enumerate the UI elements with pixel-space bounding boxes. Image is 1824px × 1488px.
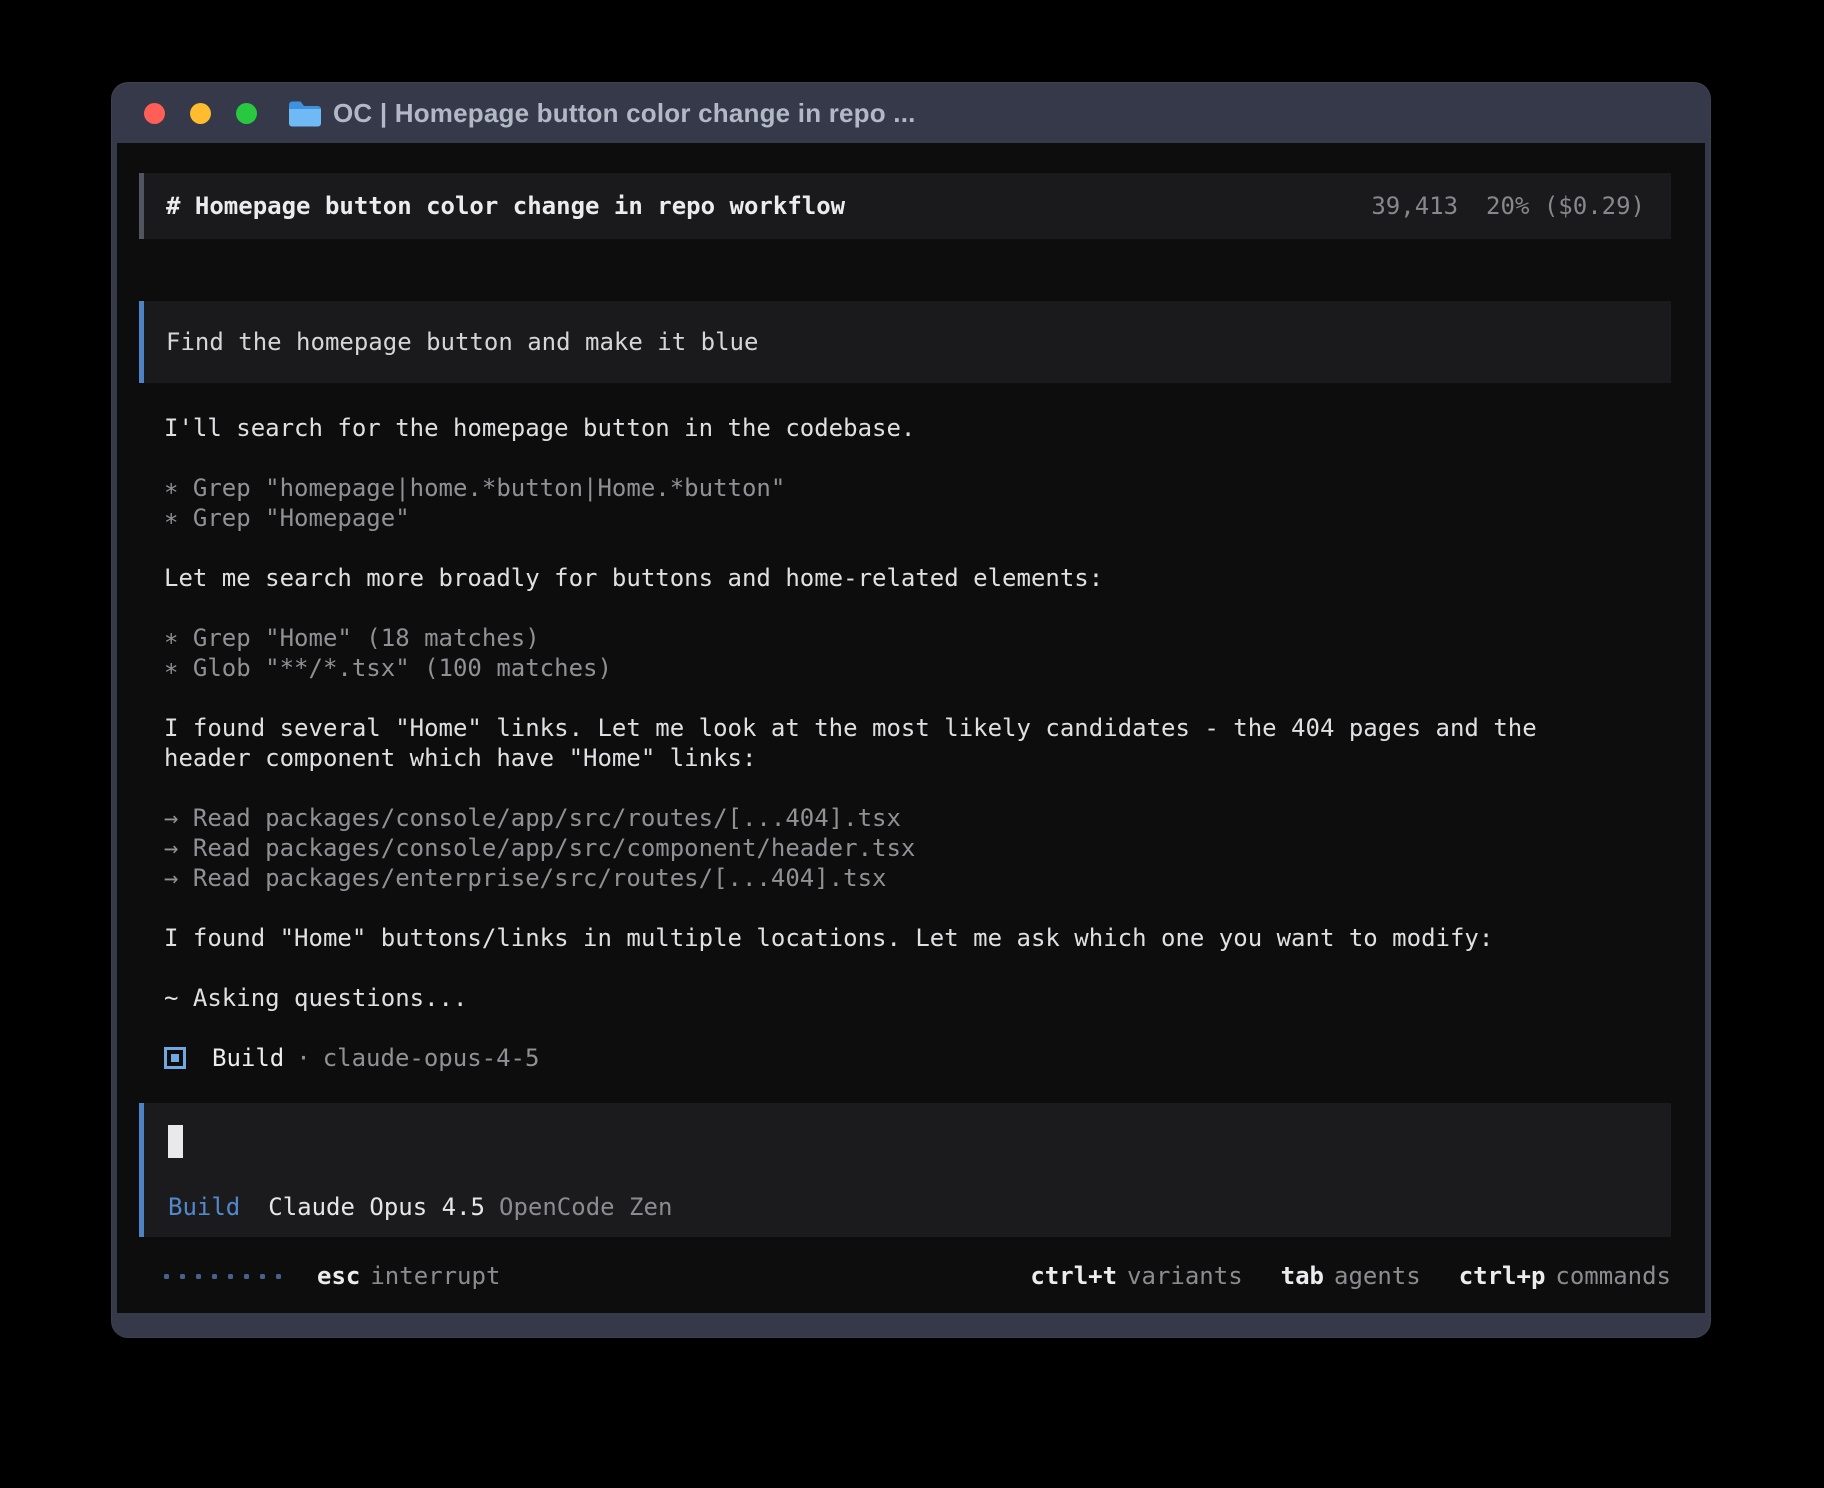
tool-call-group: ∗ Grep "homepage|home.*button|Home.*butt… (164, 473, 1671, 533)
text-cursor (168, 1125, 183, 1158)
spinner-dot (276, 1274, 281, 1279)
session-title: # Homepage button color change in repo w… (166, 192, 845, 220)
spinner-dot (260, 1274, 265, 1279)
close-button[interactable] (144, 103, 165, 124)
window-title: OC | Homepage button color change in rep… (333, 98, 916, 129)
spinner-dot (212, 1274, 217, 1279)
tool-call-line: → Read packages/enterprise/src/routes/[.… (164, 863, 1671, 893)
shortcut-commands: ctrl+p commands (1459, 1262, 1671, 1290)
context-usage-cost: 20% ($0.29) (1486, 192, 1645, 220)
model-name: Claude Opus 4.5 (268, 1193, 485, 1221)
shortcut-label: agents (1334, 1262, 1421, 1290)
shortcut-label: commands (1555, 1262, 1671, 1290)
session-header: # Homepage button color change in repo w… (139, 173, 1671, 239)
user-message: Find the homepage button and make it blu… (139, 301, 1671, 383)
tool-call-line: ∗ Grep "homepage|home.*button|Home.*butt… (164, 473, 1671, 503)
shortcut-key: tab (1281, 1262, 1324, 1290)
tool-call-line: ∗ Grep "Homepage" (164, 503, 1671, 533)
terminal-content: # Homepage button color change in repo w… (117, 143, 1705, 1313)
tool-call-line: ∗ Glob "**/*.tsx" (100 matches) (164, 653, 1671, 683)
assistant-paragraph: I found "Home" buttons/links in multiple… (164, 923, 1671, 953)
session-stats: 39,413 20% ($0.29) (1371, 192, 1645, 220)
assistant-text-line: header component which have "Home" links… (164, 743, 1671, 773)
agent-mode-label: Build (168, 1193, 240, 1221)
prompt-input[interactable]: Build Claude Opus 4.5 OpenCode Zen (139, 1103, 1671, 1237)
token-count: 39,413 (1371, 192, 1458, 220)
spinner-dots (164, 1274, 281, 1279)
assistant-status: ~ Asking questions... (164, 983, 1671, 1013)
spinner-dot (180, 1274, 185, 1279)
tool-call-group: → Read packages/console/app/src/routes/[… (164, 803, 1671, 893)
agent-model: claude-opus-4-5 (323, 1044, 540, 1072)
provider-name: OpenCode Zen (499, 1193, 672, 1221)
spinner-dot (228, 1274, 233, 1279)
folder-icon (287, 100, 321, 127)
spinner-dot (244, 1274, 249, 1279)
agent-name: Build (212, 1044, 284, 1072)
tool-call-line: → Read packages/console/app/src/componen… (164, 833, 1671, 863)
minimize-button[interactable] (190, 103, 211, 124)
shortcut-label: variants (1127, 1262, 1243, 1290)
assistant-text-line: I found "Home" buttons/links in multiple… (164, 923, 1671, 953)
window-titlebar[interactable]: OC | Homepage button color change in rep… (112, 83, 1710, 143)
spinner-dot (164, 1274, 169, 1279)
terminal-window: OC | Homepage button color change in rep… (112, 83, 1710, 1337)
assistant-paragraph: I found several "Home" links. Let me loo… (164, 713, 1671, 773)
tool-call-line: → Read packages/console/app/src/routes/[… (164, 803, 1671, 833)
assistant-text-line: I found several "Home" links. Let me loo… (164, 713, 1671, 743)
agent-status-line: Build · claude-opus-4-5 (164, 1043, 1671, 1073)
agent-separator: · (296, 1044, 310, 1072)
status-left: esc interrupt (164, 1262, 500, 1290)
shortcut-key: ctrl+p (1459, 1262, 1546, 1290)
assistant-response: I'll search for the homepage button in t… (139, 413, 1671, 1073)
tool-call-group: ∗ Grep "Home" (18 matches) ∗ Glob "**/*.… (164, 623, 1671, 683)
zoom-button[interactable] (236, 103, 257, 124)
assistant-text-line: Let me search more broadly for buttons a… (164, 563, 1671, 593)
model-row: Build Claude Opus 4.5 OpenCode Zen (168, 1193, 672, 1221)
status-right: ctrl+t variants tab agents ctrl+p comman… (992, 1262, 1671, 1290)
assistant-paragraph: I'll search for the homepage button in t… (164, 413, 1671, 443)
tool-call-line: ∗ Grep "Home" (18 matches) (164, 623, 1671, 653)
assistant-text-line: I'll search for the homepage button in t… (164, 413, 1671, 443)
status-bar: esc interrupt ctrl+t variants tab agents… (139, 1261, 1671, 1291)
esc-key-hint: esc (317, 1262, 360, 1290)
shortcut-key: ctrl+t (1030, 1262, 1117, 1290)
build-task-icon (164, 1047, 186, 1069)
asking-questions-line: ~ Asking questions... (164, 983, 1671, 1013)
esc-key-label: interrupt (370, 1262, 500, 1290)
assistant-paragraph: Let me search more broadly for buttons a… (164, 563, 1671, 593)
shortcut-agents: tab agents (1281, 1262, 1421, 1290)
spinner-dot (196, 1274, 201, 1279)
shortcut-variants: ctrl+t variants (1030, 1262, 1242, 1290)
traffic-lights (144, 103, 257, 124)
user-message-text: Find the homepage button and make it blu… (166, 328, 758, 356)
